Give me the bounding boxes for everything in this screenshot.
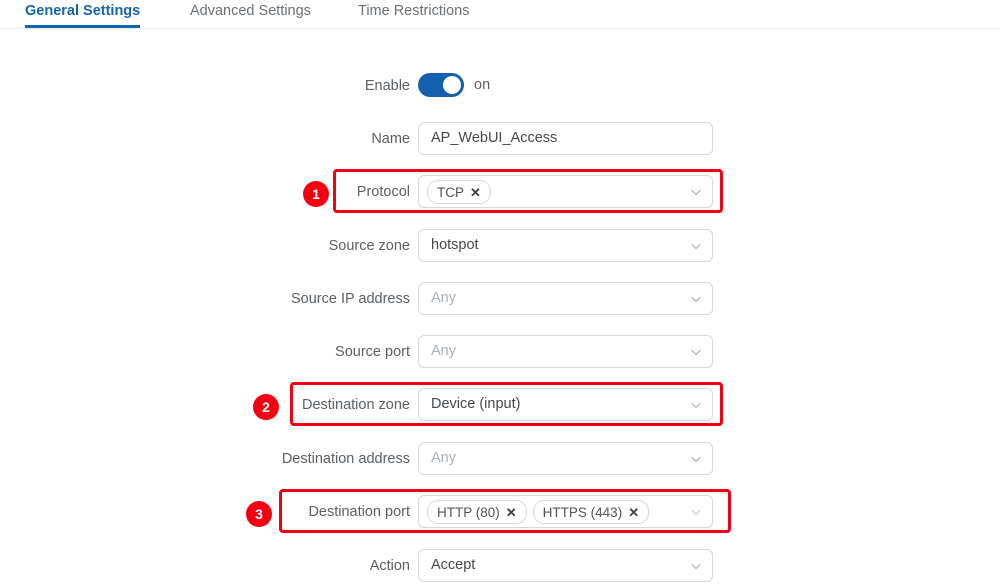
chevron-down-icon[interactable] bbox=[689, 239, 703, 253]
destination-address-placeholder: Any bbox=[431, 450, 456, 466]
protocol-chip-tcp-label: TCP bbox=[437, 184, 464, 200]
destination-zone-label: Destination zone bbox=[301, 397, 410, 413]
protocol-chip-list: TCP ✕ bbox=[427, 180, 491, 204]
source-zone-select[interactable]: hotspot bbox=[418, 229, 713, 262]
remove-icon[interactable]: ✕ bbox=[628, 506, 639, 519]
destination-port-chip-list: HTTP (80) ✕ HTTPS (443) ✕ bbox=[427, 500, 650, 524]
form-row-destination-address: Destination address Any bbox=[0, 442, 1000, 476]
chevron-down-icon[interactable] bbox=[689, 452, 703, 466]
destination-address-label: Destination address bbox=[281, 451, 410, 467]
form-row-enable: Enable on bbox=[0, 69, 1000, 103]
chevron-down-icon[interactable] bbox=[689, 559, 703, 573]
chevron-down-icon[interactable] bbox=[689, 292, 703, 306]
annotation-badge-3: 3 bbox=[246, 501, 272, 527]
destination-address-select[interactable]: Any bbox=[418, 442, 713, 475]
destination-port-select[interactable]: HTTP (80) ✕ HTTPS (443) ✕ bbox=[418, 495, 713, 528]
source-port-placeholder: Any bbox=[431, 343, 456, 359]
action-label: Action bbox=[369, 558, 410, 574]
name-label: Name bbox=[371, 131, 410, 147]
chevron-down-icon[interactable] bbox=[689, 398, 703, 412]
protocol-label: Protocol bbox=[356, 184, 410, 200]
enable-label: Enable bbox=[364, 78, 410, 94]
source-ip-address-placeholder: Any bbox=[431, 290, 456, 306]
annotation-badge-2: 2 bbox=[253, 394, 279, 420]
chevron-down-icon[interactable] bbox=[689, 185, 703, 199]
destination-port-chip-http-label: HTTP (80) bbox=[437, 504, 500, 520]
remove-icon[interactable]: ✕ bbox=[470, 186, 481, 199]
chevron-down-icon[interactable] bbox=[689, 505, 703, 519]
settings-tab-bar: General Settings Advanced Settings Time … bbox=[0, 0, 1000, 29]
protocol-chip-tcp[interactable]: TCP ✕ bbox=[427, 180, 491, 204]
tab-advanced-settings[interactable]: Advanced Settings bbox=[190, 0, 311, 28]
form-row-destination-port: Destination port HTTP (80) ✕ HTTPS (443)… bbox=[0, 495, 1000, 529]
enable-toggle[interactable] bbox=[418, 73, 464, 97]
destination-port-chip-https-label: HTTPS (443) bbox=[542, 504, 623, 520]
source-port-select[interactable]: Any bbox=[418, 335, 713, 368]
annotation-badge-1: 1 bbox=[303, 181, 329, 207]
destination-port-chip-https[interactable]: HTTPS (443) ✕ bbox=[532, 500, 650, 524]
tab-time-restrictions[interactable]: Time Restrictions bbox=[358, 0, 469, 28]
form-row-protocol: Protocol TCP ✕ bbox=[0, 175, 1000, 209]
form-row-source-zone: Source zone hotspot bbox=[0, 229, 1000, 263]
protocol-select[interactable]: TCP ✕ bbox=[418, 175, 713, 208]
form-row-name: Name AP_WebUI_Access bbox=[0, 122, 1000, 156]
destination-port-label: Destination port bbox=[308, 504, 410, 520]
action-select[interactable]: Accept bbox=[418, 549, 713, 582]
source-zone-label: Source zone bbox=[328, 238, 410, 254]
source-port-label: Source port bbox=[335, 344, 410, 360]
form-row-source-port: Source port Any bbox=[0, 335, 1000, 369]
destination-zone-value: Device (input) bbox=[431, 396, 521, 412]
form-row-destination-zone: Destination zone Device (input) bbox=[0, 388, 1000, 422]
name-input[interactable]: AP_WebUI_Access bbox=[418, 122, 713, 155]
destination-zone-select[interactable]: Device (input) bbox=[418, 388, 713, 421]
tab-bar-divider bbox=[0, 28, 1000, 29]
source-ip-address-select[interactable]: Any bbox=[418, 282, 713, 315]
enable-toggle-knob bbox=[443, 76, 461, 94]
chevron-down-icon[interactable] bbox=[689, 345, 703, 359]
tab-advanced-settings-label: Advanced Settings bbox=[190, 3, 311, 19]
form-row-source-ip-address: Source IP address Any bbox=[0, 282, 1000, 316]
tab-general-settings[interactable]: General Settings bbox=[25, 0, 141, 28]
action-value: Accept bbox=[431, 557, 476, 573]
destination-port-chip-http[interactable]: HTTP (80) ✕ bbox=[427, 500, 527, 524]
enable-state-text: on bbox=[474, 77, 491, 93]
source-ip-address-label: Source IP address bbox=[290, 291, 410, 307]
remove-icon[interactable]: ✕ bbox=[506, 506, 517, 519]
source-zone-value: hotspot bbox=[431, 237, 479, 253]
tab-general-settings-label: General Settings bbox=[25, 3, 141, 19]
name-input-value: AP_WebUI_Access bbox=[431, 130, 558, 146]
tab-time-restrictions-label: Time Restrictions bbox=[358, 3, 470, 19]
form-row-action: Action Accept bbox=[0, 549, 1000, 583]
